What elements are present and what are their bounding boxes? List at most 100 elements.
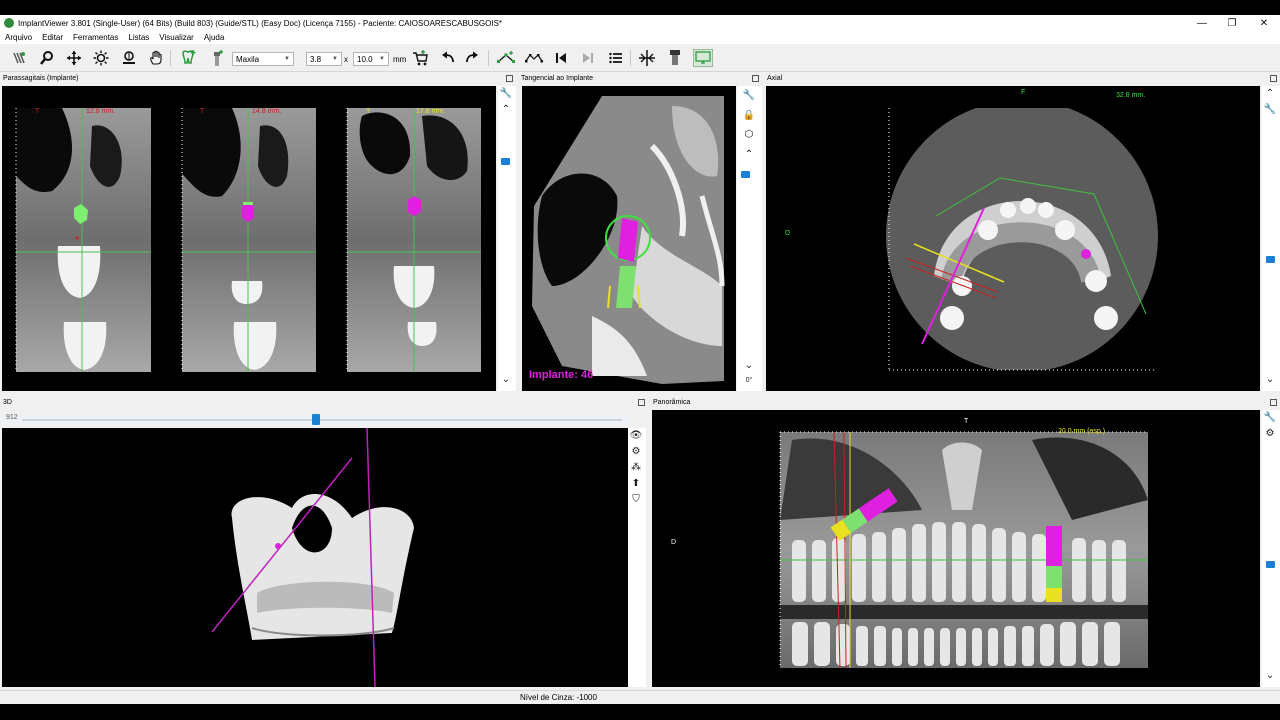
- wrench-icon[interactable]: 🔧: [1262, 104, 1278, 115]
- app-window: ImplantViewer 3.801 (Single-User) (64 Bi…: [0, 0, 1280, 720]
- crosshair-sync-icon[interactable]: [637, 49, 657, 67]
- slice-2-measure: 14.8 mm.: [252, 108, 282, 115]
- slice-3-measure: 17.8 mm.: [416, 108, 446, 115]
- skip-forward-icon[interactable]: [578, 49, 598, 67]
- axial-view[interactable]: F D 32.8 mm.: [766, 86, 1260, 391]
- orientation-left: D: [785, 230, 791, 237]
- menu-bar: Arquivo Editar Ferramentas Listas Visual…: [0, 31, 1280, 44]
- panoramica-view[interactable]: T D 20.0 mm (esp.): [652, 410, 1260, 687]
- arch-select-value: Maxila: [236, 54, 260, 64]
- orientation-left: D: [671, 539, 677, 546]
- scroll-handle[interactable]: [741, 171, 750, 178]
- tooth-model-icon[interactable]: ⚙: [628, 446, 644, 457]
- sleeve-guide-icon[interactable]: [665, 49, 685, 67]
- wrench-icon[interactable]: 🔧: [1262, 412, 1278, 423]
- brightness-icon[interactable]: [91, 49, 111, 67]
- tangencial-title: Tangencial ao Implante: [521, 75, 593, 82]
- close-button[interactable]: ✕: [1249, 15, 1279, 31]
- slice-1: [15, 108, 151, 372]
- slider-thumb[interactable]: [312, 414, 320, 425]
- arch-curve-icon[interactable]: [524, 49, 544, 67]
- panoramica-measure: 20.0 mm (esp.): [1058, 428, 1106, 435]
- arch-select[interactable]: Maxila ▼: [232, 52, 294, 66]
- scatter-points-icon[interactable]: ⁂: [628, 462, 644, 473]
- screen-capture-icon[interactable]: [693, 49, 713, 67]
- minimize-button[interactable]: —: [1187, 15, 1217, 31]
- parassagitais-title: Parassagitais (Implante): [3, 75, 79, 82]
- implant-label: Implante: 46: [529, 369, 594, 381]
- zoom-icon[interactable]: [37, 49, 57, 67]
- maximize-panel-icon[interactable]: [506, 75, 513, 82]
- angle-readout: 0°: [745, 377, 753, 384]
- slider-line: [22, 419, 622, 421]
- pan-move-icon[interactable]: [64, 49, 84, 67]
- implant-tool-icon[interactable]: [207, 49, 227, 67]
- parassagitais-view[interactable]: T 12.8 mm. T 14.8 mm. T 17.8 mm.: [2, 86, 496, 391]
- menu-ferramentas[interactable]: Ferramentas: [68, 33, 123, 42]
- slice-3: [346, 108, 481, 372]
- menu-editar[interactable]: Editar: [37, 33, 68, 42]
- hand-icon[interactable]: [146, 49, 166, 67]
- menu-visualizar[interactable]: Visualizar: [154, 33, 199, 42]
- menu-ajuda[interactable]: Ajuda: [199, 33, 229, 42]
- chevron-down-icon[interactable]: ⌄: [1262, 670, 1278, 681]
- lock-icon[interactable]: 🔒: [741, 110, 757, 121]
- chevron-up-icon[interactable]: ⌃: [498, 104, 514, 115]
- maximize-button[interactable]: ❐: [1217, 15, 1247, 31]
- tooth-model-icon[interactable]: ⚙: [1262, 428, 1278, 439]
- title-bar: ImplantViewer 3.801 (Single-User) (64 Bi…: [0, 15, 1280, 31]
- menu-listas[interactable]: Listas: [123, 33, 154, 42]
- scroll-handle[interactable]: [1266, 256, 1275, 263]
- list-icon[interactable]: [606, 49, 626, 67]
- volume-render-icon[interactable]: ⬆: [628, 478, 644, 489]
- tangencial-header: Tangencial ao Implante: [518, 73, 762, 84]
- diameter-select[interactable]: 3.8 ▼: [306, 52, 342, 66]
- chevron-down-icon: ▼: [284, 56, 290, 62]
- chevron-up-icon[interactable]: ⌃: [741, 149, 757, 160]
- chevron-down-icon[interactable]: ⌄: [1262, 374, 1278, 385]
- view3d-sidebar: 👁 ⚙ ⁂ ⬆ ⛉: [628, 428, 646, 687]
- implant-cart-icon[interactable]: [410, 49, 430, 67]
- scroll-handle[interactable]: [1266, 561, 1275, 568]
- chevron-down-icon: ▼: [379, 56, 385, 62]
- add-implant-tooth-icon[interactable]: [178, 49, 198, 67]
- shield-icon[interactable]: ⛉: [628, 494, 644, 505]
- window-level-icon[interactable]: [119, 49, 139, 67]
- scroll-handle[interactable]: [501, 158, 510, 165]
- view3d-canvas[interactable]: [2, 428, 628, 687]
- tooth-list-icon[interactable]: [9, 49, 29, 67]
- maximize-panel-icon[interactable]: [752, 75, 759, 82]
- window-title: ImplantViewer 3.801 (Single-User) (64 Bi…: [18, 18, 503, 28]
- screen-bottom-border: [0, 704, 1280, 720]
- screen-top-border: [0, 0, 1280, 15]
- wrench-icon[interactable]: 🔧: [741, 90, 757, 101]
- orientation-top: T: [964, 418, 969, 425]
- cube-icon[interactable]: ⬡: [741, 129, 757, 140]
- gray-level-readout: Nível de Cinza: -1000: [520, 693, 597, 702]
- maximize-panel-icon[interactable]: [1270, 399, 1277, 406]
- slice-1-measure: 12.8 mm.: [86, 108, 116, 115]
- chevron-down-icon[interactable]: ⌄: [498, 374, 514, 385]
- length-select[interactable]: 10.0 ▼: [353, 52, 389, 66]
- orientation-top: F: [1021, 89, 1026, 96]
- view3d-title: 3D: [3, 399, 12, 406]
- nerve-path-icon[interactable]: [496, 49, 516, 67]
- chevron-up-icon[interactable]: ⌃: [1262, 88, 1278, 99]
- wrench-icon[interactable]: 🔧: [498, 88, 514, 99]
- threshold-slider[interactable]: 912: [2, 414, 628, 426]
- maximize-panel-icon[interactable]: [638, 399, 645, 406]
- undo-icon[interactable]: [438, 49, 458, 67]
- eye-icon[interactable]: 👁: [628, 430, 644, 441]
- length-value: 10.0: [357, 54, 373, 64]
- menu-arquivo[interactable]: Arquivo: [0, 33, 37, 42]
- maximize-panel-icon[interactable]: [1270, 75, 1277, 82]
- tangencial-sidebar: 🔧 🔒 ⬡ ⌃ ⌄ 0°: [737, 86, 762, 391]
- tangencial-view[interactable]: Implante: 46: [522, 86, 736, 391]
- skip-back-icon[interactable]: [551, 49, 571, 67]
- view3d-header: 3D: [0, 397, 648, 408]
- slice-3-top-label: T: [366, 108, 371, 115]
- slice-2-top-label: T: [200, 108, 205, 115]
- chevron-down-icon[interactable]: ⌄: [741, 360, 757, 371]
- diameter-value: 3.8: [310, 54, 322, 64]
- redo-icon[interactable]: [462, 49, 482, 67]
